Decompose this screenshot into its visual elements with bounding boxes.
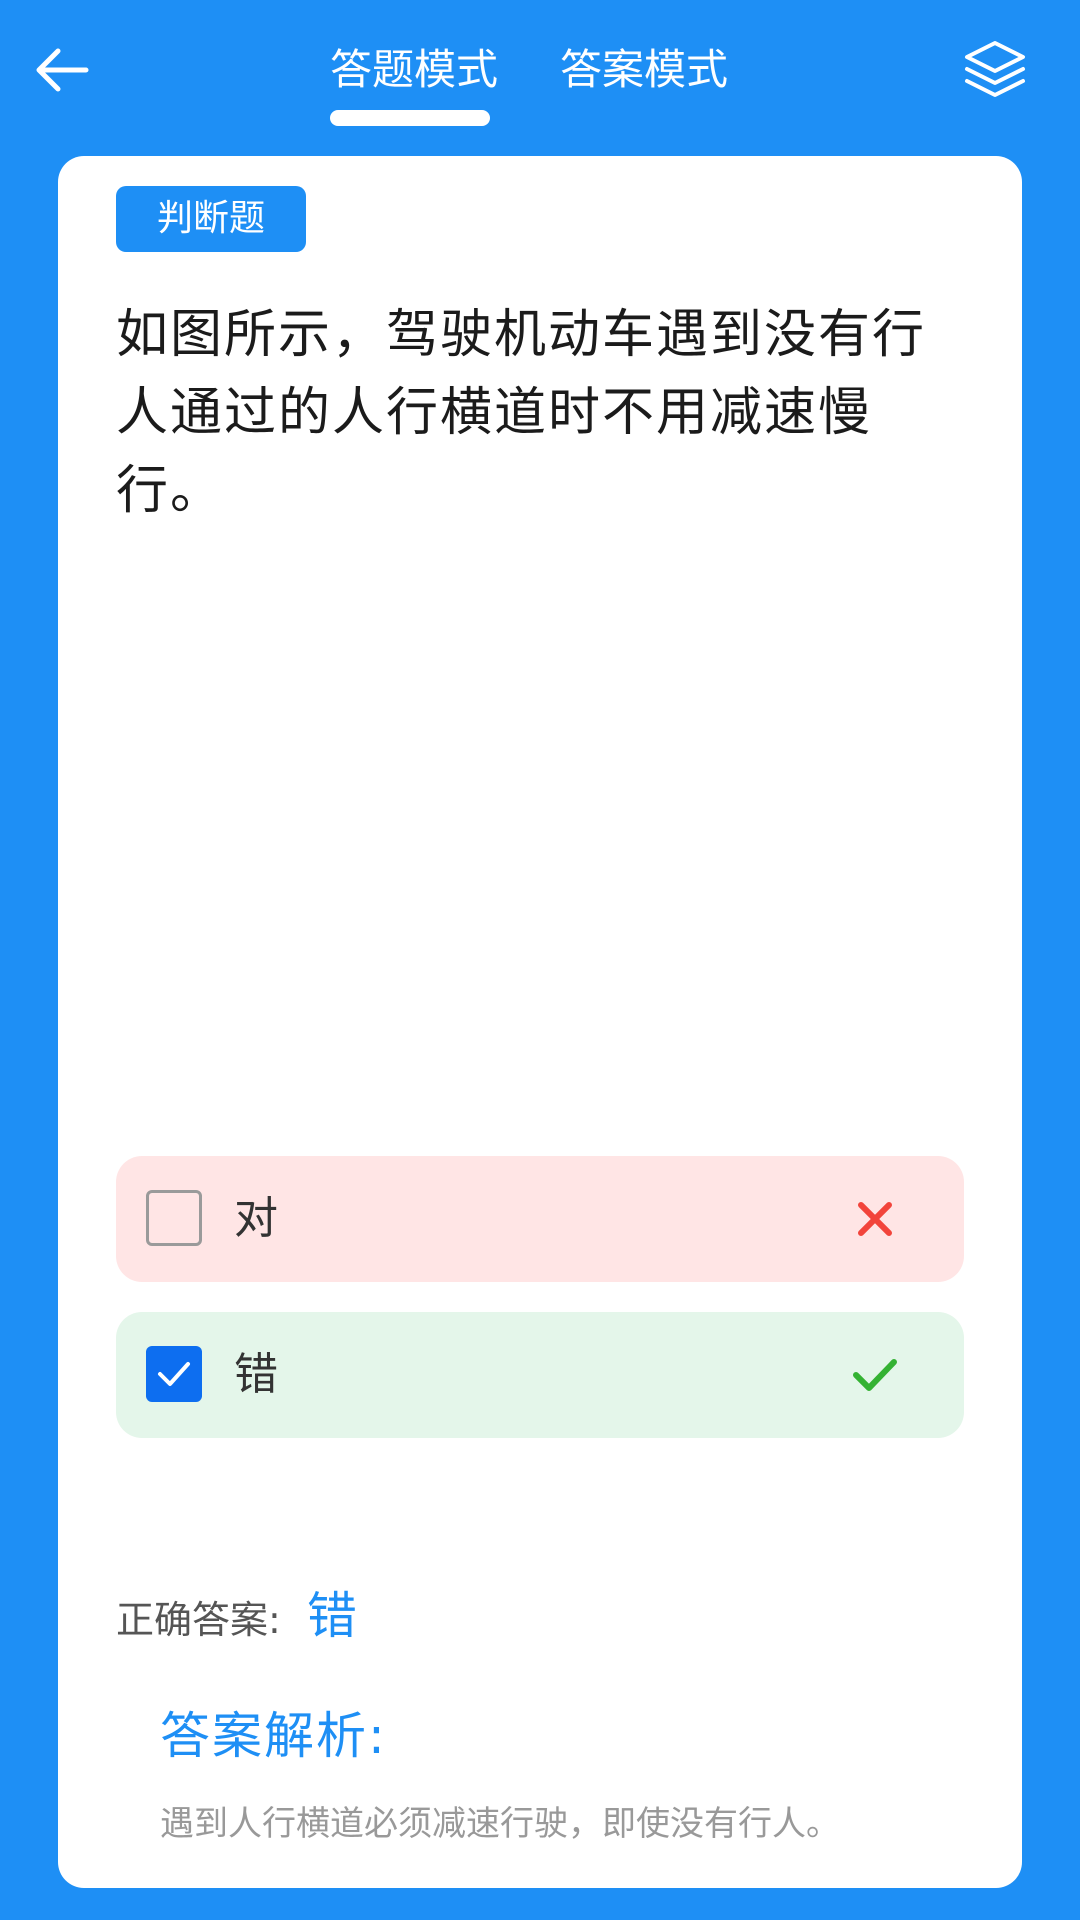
option-true[interactable]: 对 — [116, 1156, 964, 1282]
analysis-text: 遇到人行横道必须减速行驶，即使没有行人。 — [160, 1804, 840, 1844]
analysis-title: 答案解析: — [160, 1707, 387, 1765]
option-checkbox-unchecked[interactable] — [146, 1190, 202, 1246]
cross-icon — [850, 1194, 900, 1244]
arrow-left-icon — [36, 48, 89, 92]
correct-answer-value: 错 — [306, 1587, 357, 1645]
option-label: 对 — [234, 1193, 278, 1244]
back-button[interactable] — [30, 38, 94, 102]
question-type-badge: 判断题 — [116, 186, 306, 252]
option-false[interactable]: 错 — [116, 1312, 964, 1438]
correct-answer-row: 正确答案: 错 — [116, 1576, 357, 1656]
active-tab-indicator — [330, 110, 490, 126]
question-text: 如图所示，驾驶机动车遇到没有行人通过的人行横道时不用减速慢行。 — [116, 305, 927, 521]
checkmark-icon — [158, 1362, 190, 1386]
layers-icon — [965, 41, 1025, 97]
tab-answer-mode[interactable]: 答题模式 — [330, 40, 498, 100]
correct-answer-label: 正确答案: — [116, 1598, 281, 1642]
option-checkbox-checked[interactable] — [146, 1346, 202, 1402]
top-bar: 答题模式 答案模式 — [0, 0, 1080, 150]
check-icon — [850, 1350, 900, 1400]
question-card: 判断题 如图所示，驾驶机动车遇到没有行人通过的人行横道时不用减速慢行。 对 错 … — [58, 156, 1022, 1888]
tab-solution-mode[interactable]: 答案模式 — [560, 40, 728, 100]
layers-button[interactable] — [960, 36, 1030, 106]
option-label: 错 — [234, 1349, 278, 1400]
